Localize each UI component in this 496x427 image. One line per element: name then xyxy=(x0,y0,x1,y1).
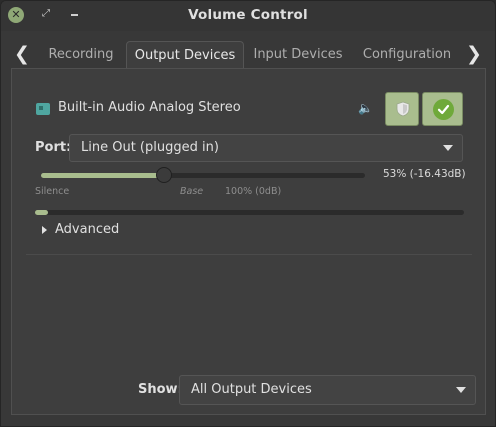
mute-toggle-button[interactable] xyxy=(385,92,419,126)
volume-slider-handle[interactable] xyxy=(156,167,172,183)
peak-meter xyxy=(35,210,464,215)
speaker-icon: 🔈 xyxy=(358,101,373,115)
window-title: Volume Control xyxy=(188,7,308,23)
expander-arrow-icon[interactable] xyxy=(42,226,47,234)
tab-scroll-left-icon[interactable]: ❮ xyxy=(12,41,32,67)
sound-card-icon xyxy=(36,103,50,115)
tab-output-devices[interactable]: Output Devices xyxy=(126,41,244,69)
peak-meter-fill xyxy=(35,210,48,215)
show-label: Show: xyxy=(138,382,183,397)
check-icon xyxy=(433,99,454,120)
show-select[interactable]: All Output Devices xyxy=(179,375,476,405)
set-default-button[interactable] xyxy=(422,92,463,126)
port-label: Port: xyxy=(35,140,72,155)
port-select-value: Line Out (plugged in) xyxy=(81,140,219,155)
port-select[interactable]: Line Out (plugged in) xyxy=(69,134,463,162)
titlebar: ✕ ⤢ Volume Control xyxy=(1,1,495,31)
mark-base: Base xyxy=(180,186,204,197)
show-select-value: All Output Devices xyxy=(191,382,312,397)
tab-configuration[interactable]: Configuration xyxy=(357,41,457,69)
device-name: Built-in Audio Analog Stereo xyxy=(58,100,241,115)
advanced-expander[interactable]: Advanced xyxy=(55,222,119,237)
volume-readout: 53% (-16.43dB) xyxy=(383,168,466,180)
output-devices-page: Built-in Audio Analog Stereo 🔈 Port: Lin… xyxy=(11,68,486,415)
volume-control-window: ✕ ⤢ Volume Control ❮ Recording Output De… xyxy=(0,0,496,427)
tab-recording[interactable]: Recording xyxy=(41,41,121,69)
dropdown-arrow-icon xyxy=(456,387,466,393)
tab-scroll-right-icon[interactable]: ❯ xyxy=(464,41,484,67)
shield-icon xyxy=(396,101,410,117)
mark-100-percent: 100% (0dB) xyxy=(225,186,282,197)
volume-slider-fill xyxy=(41,173,164,178)
tab-input-devices[interactable]: Input Devices xyxy=(249,41,347,69)
dropdown-arrow-icon xyxy=(443,145,453,151)
volume-slider[interactable] xyxy=(41,167,365,183)
device-separator xyxy=(26,254,472,255)
mark-silence: Silence xyxy=(35,186,70,197)
